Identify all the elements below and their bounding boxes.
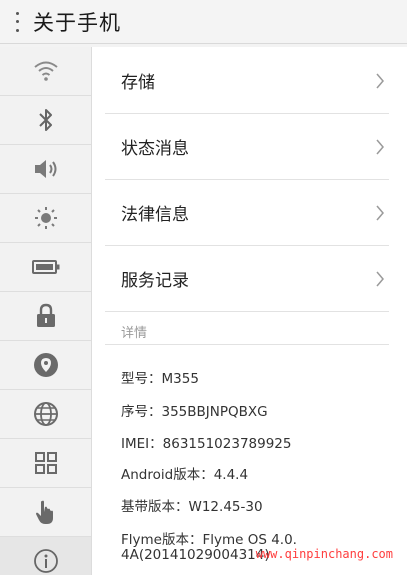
detail-android-version: Android版本：4.4.4: [121, 467, 249, 483]
sidebar-item-location[interactable]: [0, 341, 91, 390]
sidebar-item-display[interactable]: [0, 194, 91, 243]
menu-item-label: 服务记录: [121, 271, 189, 291]
sidebar-item-gestures[interactable]: [0, 488, 91, 537]
sidebar-item-sound[interactable]: [0, 145, 91, 194]
menu-handle-icon[interactable]: [11, 11, 23, 32]
menu-item-label: 状态消息: [121, 139, 189, 159]
menu-item-service-record[interactable]: 服务记录: [105, 246, 389, 312]
sidebar-item-battery[interactable]: [0, 243, 91, 292]
chevron-right-icon: [376, 205, 384, 220]
menu-item-status[interactable]: 状态消息: [105, 114, 389, 180]
details-section-title: 详情: [121, 326, 148, 341]
bluetooth-icon: [38, 109, 52, 131]
menu-item-legal[interactable]: 法律信息: [105, 180, 389, 246]
sidebar-item-language[interactable]: [0, 390, 91, 439]
globe-icon: [33, 402, 58, 426]
detail-flyme-version: Flyme版本：Flyme OS 4.0.: [121, 532, 297, 548]
about-phone-content: 存储 状态消息 法律信息 服务记录 详情 型号：M355 序号：355BBJNP…: [92, 47, 407, 575]
location-icon: [33, 353, 58, 377]
sidebar-item-about[interactable]: [0, 537, 91, 575]
wifi-icon: [33, 61, 58, 81]
lock-icon: [36, 303, 55, 327]
volume-icon: [34, 160, 56, 178]
app-header: 关于手机: [0, 0, 407, 44]
battery-icon: [31, 260, 59, 274]
chevron-right-icon: [376, 271, 384, 286]
info-icon: [33, 549, 58, 573]
menu-item-storage[interactable]: 存储: [105, 48, 389, 114]
divider: [105, 344, 389, 345]
sidebar-item-security[interactable]: [0, 292, 91, 341]
sidebar-item-bluetooth[interactable]: [0, 96, 91, 145]
menu-item-label: 存储: [121, 73, 155, 93]
detail-serial: 序号：355BBJNPQBXG: [121, 404, 268, 420]
detail-baseband-version: 基带版本：W12.45-30: [121, 499, 263, 515]
watermark-text: www.qinpinchang.com: [255, 547, 393, 561]
detail-imei: IMEI：863151023789925: [121, 436, 292, 452]
apps-grid-icon: [34, 452, 57, 474]
chevron-right-icon: [376, 73, 384, 88]
hand-gesture-icon: [35, 500, 53, 524]
menu-item-label: 法律信息: [121, 205, 189, 225]
page-title: 关于手机: [33, 10, 121, 35]
sidebar-item-apps[interactable]: [0, 439, 91, 488]
detail-model: 型号：M355: [121, 371, 199, 387]
chevron-right-icon: [376, 139, 384, 154]
sidebar-item-wifi[interactable]: [0, 47, 91, 96]
settings-sidebar: [0, 47, 92, 575]
brightness-icon: [34, 207, 57, 229]
detail-flyme-build: 4A(20141029004314): [121, 547, 270, 563]
